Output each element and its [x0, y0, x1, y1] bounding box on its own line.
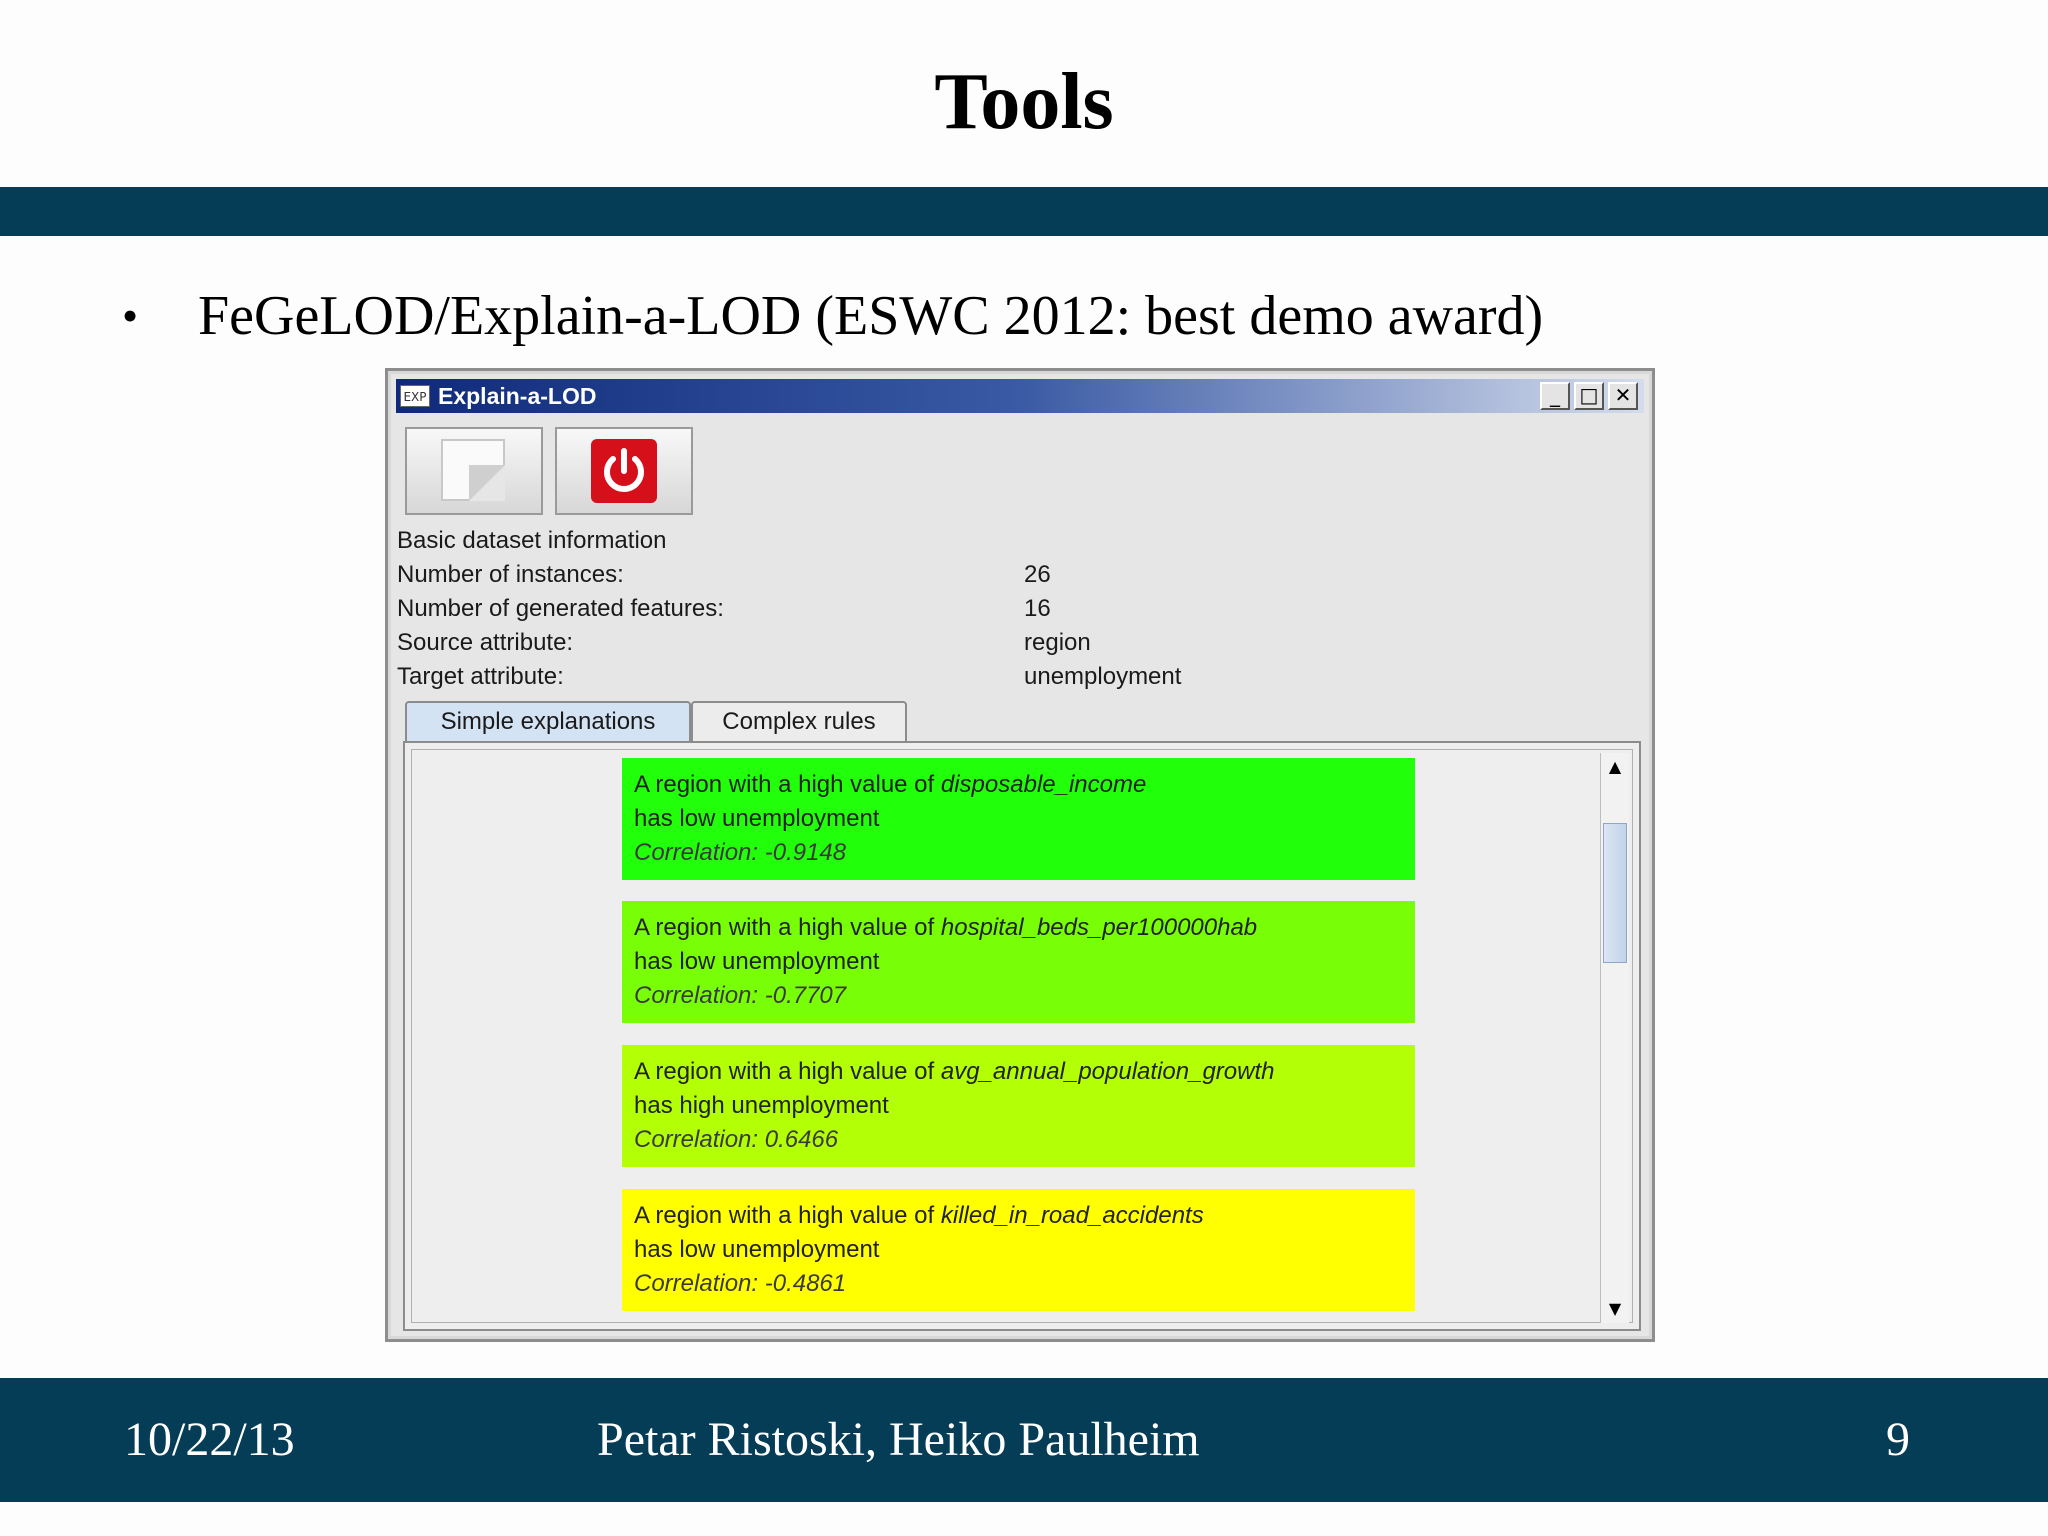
- close-button[interactable]: ✕: [1608, 382, 1638, 410]
- power-icon: [591, 439, 657, 503]
- info-heading: Basic dataset information: [397, 527, 667, 554]
- info-label-target: Target attribute:: [397, 663, 564, 690]
- explanation-effect: has high unemployment: [634, 1092, 889, 1119]
- explanation-prefix: A region with a high value of: [634, 914, 941, 941]
- tab-simple-explanations[interactable]: Simple explanations: [405, 701, 691, 741]
- scroll-up-icon[interactable]: ▲: [1601, 753, 1629, 781]
- app-window: EXP Explain-a-LOD _ □ ✕ Basic dataset in…: [385, 368, 1655, 1342]
- header-band: [0, 187, 2048, 236]
- explanation-feature: hospital_beds_per100000hab: [940, 914, 1258, 941]
- info-label-features: Number of generated features:: [397, 595, 724, 622]
- bullet-text: FeGeLOD/Explain-a-LOD (ESWC 2012: best d…: [198, 285, 1544, 347]
- vertical-scrollbar[interactable]: ▲ ▼: [1600, 753, 1629, 1323]
- explanation-feature: killed_in_road_accidents: [940, 1202, 1204, 1229]
- bullet-marker: •: [122, 290, 139, 341]
- explanation-prefix: A region with a high value of: [634, 1058, 941, 1085]
- new-document-icon: [441, 439, 505, 501]
- info-label-instances: Number of instances:: [397, 561, 624, 588]
- slide-title: Tools: [934, 58, 1114, 146]
- window-title: Explain-a-LOD: [438, 383, 597, 409]
- info-label-source: Source attribute:: [397, 629, 574, 656]
- scroll-down-icon[interactable]: ▼: [1601, 1295, 1629, 1323]
- minimize-button[interactable]: _: [1540, 382, 1570, 410]
- explanation-correlation: Correlation: -0.7707: [634, 982, 847, 1009]
- explanations-panel: A region with a high value of disposable…: [403, 741, 1641, 1331]
- window-titlebar[interactable]: EXP Explain-a-LOD _ □ ✕: [396, 379, 1644, 413]
- scrollbar-thumb[interactable]: [1603, 823, 1627, 963]
- tab-complex-rules[interactable]: Complex rules: [691, 701, 907, 741]
- explanation-effect: has low unemployment: [634, 948, 880, 975]
- page-number: 9: [1886, 1413, 1910, 1466]
- explanation-correlation: Correlation: -0.9148: [634, 839, 847, 866]
- maximize-button[interactable]: □: [1574, 382, 1604, 410]
- explanation-card[interactable]: A region with a high value of avg_annual…: [622, 1045, 1415, 1167]
- explanation-correlation: Correlation: -0.4861: [634, 1270, 847, 1297]
- explanation-feature: avg_annual_population_growth: [940, 1058, 1275, 1085]
- explanation-card[interactable]: A region with a high value of killed_in_…: [622, 1189, 1415, 1311]
- info-value-instances: 26: [1024, 561, 1051, 588]
- explanation-prefix: A region with a high value of: [634, 1202, 941, 1229]
- new-button[interactable]: [405, 427, 543, 515]
- info-value-target: unemployment: [1024, 663, 1182, 690]
- explanation-card[interactable]: A region with a high value of hospital_b…: [622, 901, 1415, 1023]
- exit-button[interactable]: [555, 427, 693, 515]
- explanation-effect: has low unemployment: [634, 1236, 880, 1263]
- explanation-correlation: Correlation: 0.6466: [634, 1126, 839, 1153]
- explanation-feature: disposable_income: [940, 771, 1147, 798]
- explanation-prefix: A region with a high value of: [634, 771, 941, 798]
- explanation-card[interactable]: A region with a high value of disposable…: [622, 758, 1415, 880]
- footer-date: 10/22/13: [124, 1413, 295, 1466]
- info-value-source: region: [1024, 629, 1091, 656]
- footer-authors: Petar Ristoski, Heiko Paulheim: [597, 1413, 1200, 1466]
- explanation-effect: has low unemployment: [634, 805, 880, 832]
- app-icon: EXP: [400, 385, 430, 407]
- info-value-features: 16: [1024, 595, 1051, 622]
